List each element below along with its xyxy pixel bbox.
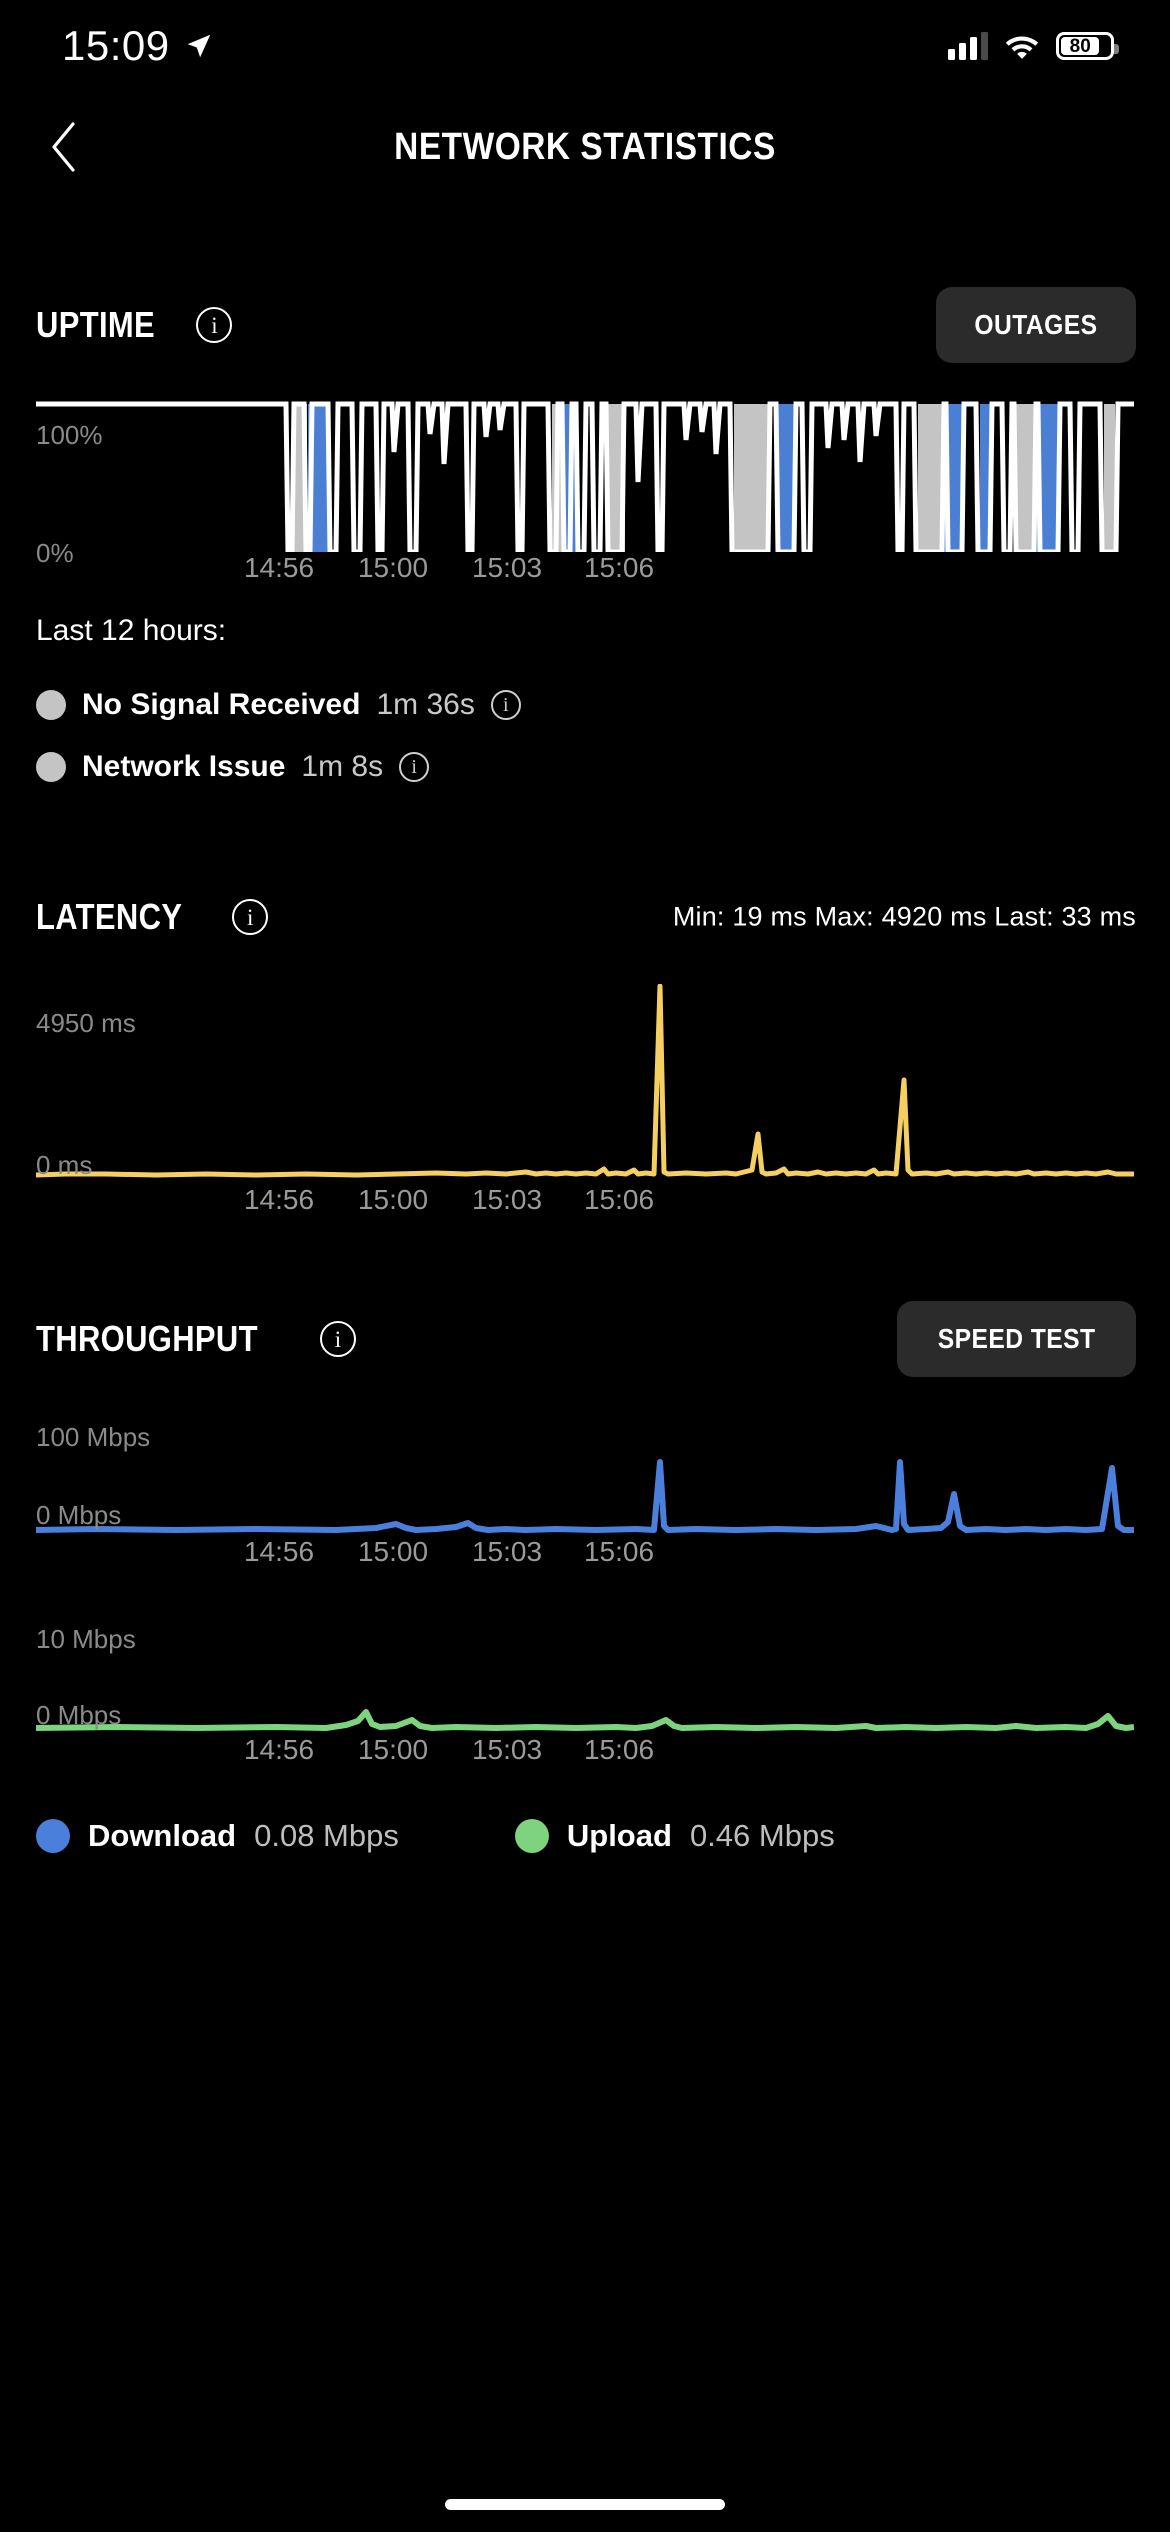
network-issue-dot-icon — [36, 752, 66, 782]
latency-x-axis: 14:56 15:00 15:03 15:06 — [36, 1184, 1134, 1228]
home-indicator[interactable] — [445, 2499, 725, 2510]
uptime-x-axis: 14:56 15:00 15:03 15:06 — [36, 552, 1134, 596]
download-legend-item: Download 0.08 Mbps — [36, 1818, 399, 1854]
uptime-chart-plot — [36, 401, 1134, 552]
battery-icon: 80 — [1056, 32, 1119, 60]
upload-x-tick-1: 15:00 — [357, 1734, 429, 1765]
upload-chart[interactable]: 10 Mbps 0 Mbps 14:56 15:00 15:03 15:06 — [0, 1604, 1170, 1778]
uptime-title: UPTIME — [36, 304, 156, 345]
uptime-x-tick-3: 15:06 — [583, 552, 655, 583]
info-icon[interactable]: i — [232, 899, 269, 935]
no-signal-dot-icon — [36, 690, 66, 720]
download-value: 0.08 Mbps — [254, 1818, 399, 1853]
uptime-section-header: UPTIME i OUTAGES — [0, 287, 1170, 363]
download-y-top-label: 100 Mbps — [36, 1422, 151, 1452]
status-bar-left: 15:09 — [62, 22, 214, 70]
latency-summary: Min: 19 ms Max: 4920 ms Last: 33 ms — [672, 901, 1136, 932]
throughput-section-header: THROUGHPUT i SPEED TEST — [0, 1301, 1170, 1377]
latency-x-tick-0: 14:56 — [243, 1184, 315, 1215]
upload-chart-plot — [36, 1709, 1134, 1731]
speed-test-button[interactable]: SPEED TEST — [896, 1301, 1136, 1377]
last-12-hours-label: Last 12 hours: — [36, 614, 227, 647]
no-signal-duration: 1m 36s — [376, 688, 475, 721]
location-arrow-icon — [187, 34, 210, 58]
upload-x-tick-3: 15:06 — [583, 1734, 655, 1765]
uptime-x-tick-2: 15:03 — [471, 552, 543, 583]
download-chart-plot — [36, 1459, 1134, 1533]
upload-x-axis: 14:56 15:00 15:03 15:06 — [36, 1734, 1134, 1778]
upload-legend-item: Upload 0.46 Mbps — [514, 1818, 835, 1854]
latency-y-bottom-label: 0 ms — [36, 1150, 93, 1180]
throughput-title: THROUGHPUT — [36, 1318, 258, 1359]
download-dot-icon — [36, 1819, 70, 1853]
battery-percent: 80 — [1069, 35, 1091, 57]
status-bar-right: 80 — [948, 32, 1119, 60]
wifi-icon — [1005, 36, 1039, 59]
uptime-x-tick-0: 14:56 — [243, 552, 315, 583]
latency-trace — [36, 984, 1134, 1178]
page-title: NETWORK STATISTICS — [394, 125, 776, 168]
download-y-bottom-label: 0 Mbps — [36, 1500, 122, 1530]
download-label: Download — [88, 1818, 237, 1853]
upload-value: 0.46 Mbps — [689, 1818, 835, 1853]
outages-button[interactable]: OUTAGES — [936, 287, 1136, 363]
upload-dot-icon — [514, 1819, 549, 1853]
upload-label: Upload — [566, 1818, 672, 1853]
upload-x-tick-2: 15:03 — [471, 1734, 543, 1765]
download-trace — [36, 1459, 1134, 1533]
uptime-y-top-label: 100% — [36, 420, 103, 450]
upload-y-bottom-label: 0 Mbps — [36, 1700, 122, 1730]
download-x-tick-0: 14:56 — [243, 1536, 315, 1567]
status-bar: 15:09 80 — [0, 0, 1170, 92]
info-icon[interactable]: i — [399, 752, 430, 782]
download-x-tick-1: 15:00 — [357, 1536, 429, 1567]
list-item[interactable]: No Signal Received 1m 36s i — [36, 674, 1134, 736]
network-issue-label: Network Issue — [82, 750, 286, 783]
info-icon[interactable]: i — [320, 1321, 356, 1357]
outages-button-label: OUTAGES — [974, 309, 1098, 340]
upload-trace — [36, 1709, 1134, 1731]
latency-section-header: LATENCY i Min: 19 ms Max: 4920 ms Last: … — [0, 880, 1170, 954]
download-x-axis: 14:56 15:00 15:03 15:06 — [36, 1536, 1134, 1580]
uptime-event-list: No Signal Received 1m 36s i Network Issu… — [0, 674, 1170, 798]
uptime-x-tick-1: 15:00 — [357, 552, 429, 583]
latency-x-tick-1: 15:00 — [357, 1184, 429, 1215]
info-icon[interactable]: i — [490, 690, 521, 720]
status-time: 15:09 — [62, 22, 170, 69]
download-x-tick-3: 15:06 — [583, 1536, 655, 1567]
download-chart[interactable]: 100 Mbps 0 Mbps 14:56 15:00 15:03 15:06 — [0, 1402, 1170, 1580]
network-issue-duration: 1m 8s — [301, 750, 384, 783]
no-signal-label: No Signal Received — [82, 688, 361, 721]
latency-x-tick-3: 15:06 — [583, 1184, 655, 1215]
info-icon[interactable]: i — [196, 307, 233, 343]
latency-chart-plot — [36, 984, 1134, 1178]
throughput-legend: Download 0.08 Mbps Upload 0.46 Mbps — [0, 1818, 1170, 1854]
latency-y-top-label: 4950 ms — [36, 1008, 136, 1038]
latency-x-tick-2: 15:03 — [471, 1184, 543, 1215]
upload-y-top-label: 10 Mbps — [36, 1624, 136, 1654]
list-item[interactable]: Network Issue 1m 8s i — [36, 736, 1134, 798]
uptime-trace — [36, 401, 1134, 552]
download-x-tick-2: 15:03 — [471, 1536, 543, 1567]
uptime-chart[interactable]: 100% 0% 14:56 15:00 15:03 15:06 — [0, 392, 1170, 596]
latency-title: LATENCY — [36, 896, 183, 937]
speed-test-button-label: SPEED TEST — [937, 1323, 1096, 1354]
navigation-bar: NETWORK STATISTICS — [0, 92, 1170, 202]
latency-chart[interactable]: 4950 ms 0 ms 14:56 15:00 15:03 15:06 — [0, 984, 1170, 1228]
cellular-bars-icon — [948, 32, 988, 60]
upload-x-tick-0: 14:56 — [243, 1734, 315, 1765]
